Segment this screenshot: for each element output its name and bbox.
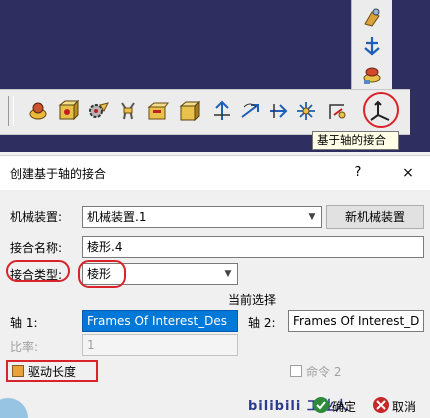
product-icon[interactable] <box>26 99 50 123</box>
current-selection-label: 当前选择 <box>228 293 277 307</box>
annotation-ring-type-value <box>78 260 126 288</box>
joint-name-input[interactable]: 棱形.4 <box>82 236 424 258</box>
cylinder-joint-icon[interactable] <box>266 99 290 123</box>
horizontal-toolbar <box>0 89 410 135</box>
ratio-label: 比率: <box>10 340 39 354</box>
mechanism-select[interactable]: 机械装置.1 ▼ <box>82 206 322 228</box>
rotate-joint-icon[interactable] <box>238 99 262 123</box>
toolbar-grip[interactable] <box>8 96 14 126</box>
cancel-button[interactable]: 取消 <box>392 398 416 415</box>
dialog-titlebar[interactable]: 创建基于轴的接合 ? × <box>0 156 430 190</box>
joint-name-label: 接合名称: <box>10 241 63 255</box>
command2-checkbox[interactable] <box>290 365 302 377</box>
mechanism-value: 机械装置.1 <box>87 210 147 224</box>
axis2-input[interactable]: Frames Of Interest_D <box>288 310 424 332</box>
assembly-stack-icon[interactable] <box>360 62 384 86</box>
ok-icon <box>313 397 329 413</box>
drive-length-checkbox[interactable] <box>12 365 24 377</box>
drive-length-label: 驱动长度 <box>28 365 77 379</box>
plug-icon[interactable] <box>116 99 140 123</box>
ratio-input[interactable]: 1 <box>82 334 238 356</box>
cube-constraint-icon[interactable] <box>56 99 80 123</box>
help-button[interactable]: ? <box>345 162 371 184</box>
axis2-label: 轴 2: <box>248 316 276 330</box>
axis-icon[interactable] <box>360 34 384 58</box>
spherical-joint-icon[interactable] <box>294 99 318 123</box>
chevron-down-icon: ▼ <box>308 212 316 222</box>
tooltip: 基于轴的接合 <box>312 131 399 150</box>
axis1-label: 轴 1: <box>10 316 38 330</box>
new-mechanism-button[interactable]: 新机械装置 <box>326 205 424 229</box>
close-button[interactable]: × <box>395 162 421 184</box>
dialog-title: 创建基于轴的接合 <box>10 167 107 181</box>
part-design-icon[interactable] <box>360 6 384 30</box>
annotation-ring-type-label <box>6 260 70 282</box>
vertical-toolbar <box>351 0 392 90</box>
cancel-icon <box>373 397 389 413</box>
ok-button[interactable]: 确定 <box>332 398 356 415</box>
block-icon[interactable] <box>146 99 170 123</box>
planar-joint-icon[interactable] <box>324 99 348 123</box>
axis1-input[interactable]: Frames Of Interest_Des <box>82 310 238 332</box>
box-icon[interactable] <box>178 99 202 123</box>
partial-logo-icon <box>0 398 28 418</box>
command2-label: 命令 2 <box>306 365 342 379</box>
cad-viewport[interactable]: 基于轴的接合 <box>0 0 430 152</box>
joint-icon[interactable] <box>210 99 234 123</box>
mechanism-label: 机械装置: <box>10 210 63 224</box>
chevron-down-icon: ▼ <box>224 269 232 279</box>
annotation-circle <box>363 92 399 128</box>
create-axis-joint-dialog: 创建基于轴的接合 ? × 机械装置: 机械装置.1 ▼ 新机械装置 接合名称: … <box>0 155 430 418</box>
gear-icon[interactable] <box>86 99 110 123</box>
